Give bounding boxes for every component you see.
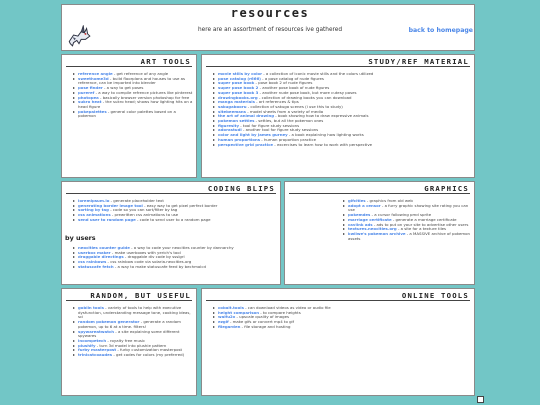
- coding-blips-list: loremipsum.io - generate placeholder tex…: [72, 198, 278, 223]
- art-tools-list: reference angle - get reference of any a…: [72, 71, 194, 119]
- by-users-heading: by users: [65, 234, 96, 242]
- list-item[interactable]: trinicatcoaudes - get codes for colors (…: [72, 352, 194, 358]
- list-item[interactable]: statuscafe fetch - a way to make statusc…: [72, 264, 278, 270]
- online-tools-section: ONLINE TOOLS cobalt.tools - can download…: [201, 288, 475, 396]
- list-item[interactable]: filegarden - file storage and hosting: [212, 324, 470, 330]
- list-item[interactable]: send user to random page - code to send …: [72, 217, 278, 223]
- list-item[interactable]: perspective grid practice - excercises t…: [212, 142, 470, 148]
- random-useful-list: goblin tools - variety of tools to help …: [72, 305, 194, 358]
- list-item[interactable]: pokepalettes - general color palettes ba…: [72, 109, 194, 119]
- section-divider: [289, 193, 470, 194]
- study-ref-section: STUDY/REF MATERIAL movie stills by color…: [201, 54, 475, 178]
- section-title: GRAPHICS: [424, 184, 469, 193]
- section-title: RANDOM, BUT USEFUL: [90, 291, 191, 300]
- section-divider: [66, 300, 192, 301]
- random-useful-section: RANDOM, BUT USEFUL goblin tools - variet…: [61, 288, 197, 396]
- corner-widget-icon[interactable]: [477, 396, 484, 403]
- online-tools-list: cobalt.tools - can download videos as vi…: [212, 305, 470, 330]
- by-users-list: neocities counter guide - a way to code …: [72, 245, 278, 270]
- section-title: CODING BLIPS: [207, 184, 275, 193]
- section-title: ART TOOLS: [140, 57, 191, 66]
- absol-sprite-icon: [68, 25, 91, 47]
- section-divider: [66, 193, 276, 194]
- section-title: STUDY/REF MATERIAL: [368, 57, 469, 66]
- list-item[interactable]: kwilwe's pokemon archive - a MASSIVE arc…: [342, 231, 472, 241]
- section-title: ONLINE TOOLS: [401, 291, 469, 300]
- section-divider: [206, 300, 470, 301]
- art-tools-section: ART TOOLS reference angle - get referenc…: [61, 54, 197, 178]
- list-item[interactable]: goblin tools - variety of tools to help …: [72, 305, 194, 320]
- page-title: resources: [230, 6, 310, 20]
- study-ref-list: movie stills by color - a collection of …: [212, 71, 470, 148]
- section-divider: [206, 66, 470, 67]
- coding-blips-section: CODING BLIPS loremipsum.io - generate pl…: [61, 181, 281, 285]
- graphics-list: gifcities - graphics from old web adopt …: [342, 198, 472, 241]
- section-divider: [66, 66, 192, 67]
- graphics-section: GRAPHICS gifcities - graphics from old w…: [284, 181, 475, 285]
- back-to-homepage-link[interactable]: back to homepage: [409, 27, 473, 34]
